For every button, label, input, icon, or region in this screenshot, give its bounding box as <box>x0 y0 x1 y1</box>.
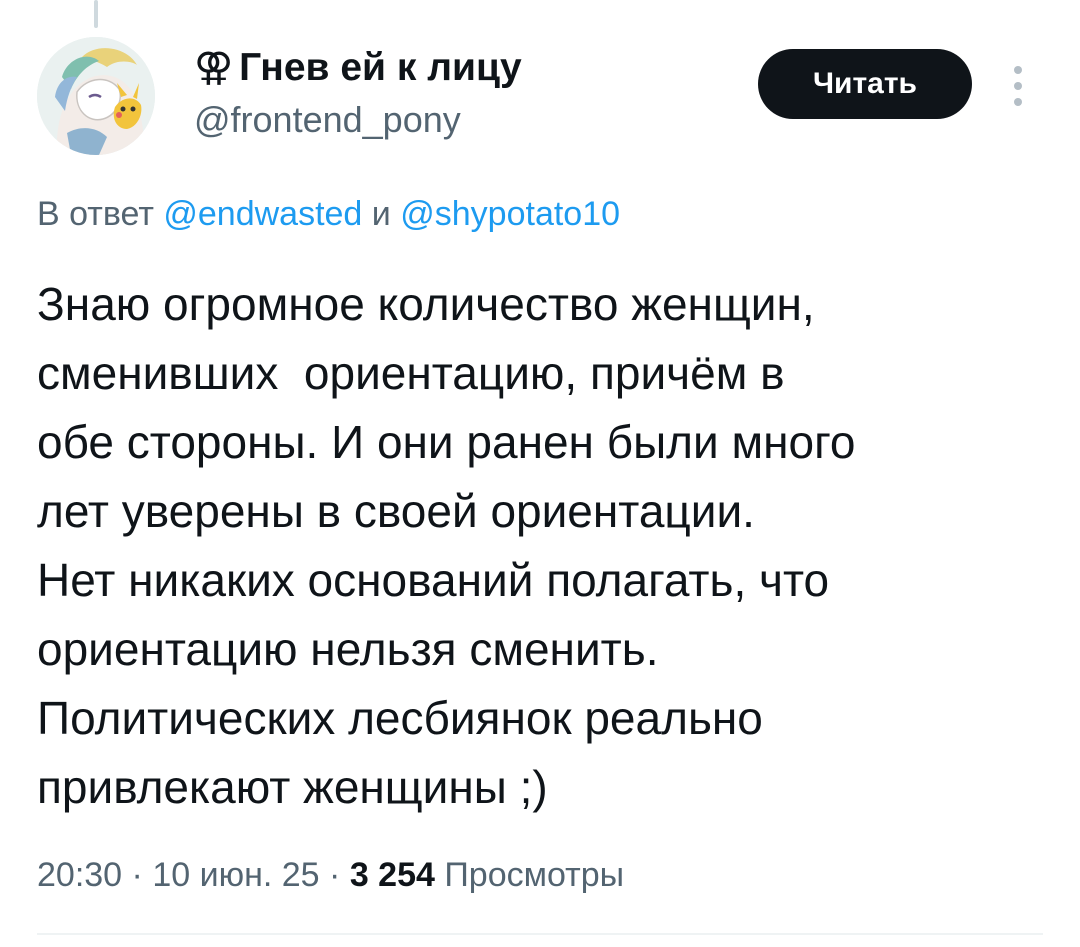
tweet-text-line: ориентацию нельзя сменить. <box>37 623 659 675</box>
reply-context: В ответ @endwasted и @shypotato10 <box>37 192 620 236</box>
thread-connector-line <box>94 0 98 28</box>
meta-separator: · <box>131 856 143 894</box>
reply-conjunction: и <box>371 195 391 233</box>
mention-link-endwasted[interactable]: @endwasted <box>163 195 362 233</box>
tweet-text-line: Знаю огромное количество женщин, <box>37 278 815 330</box>
views-count[interactable]: 3 254 <box>350 856 435 894</box>
tweet-text-line: привлекают женщины ;) <box>37 761 548 813</box>
more-vertical-icon[interactable] <box>1008 66 1028 106</box>
author-handle[interactable]: @frontend_pony <box>194 98 461 142</box>
reply-prefix: В ответ <box>37 195 154 233</box>
author-name-text: Гнев ей к лицу <box>239 46 522 89</box>
tweet-text-line: обе стороны. И они ранен были много <box>37 416 856 468</box>
tweet-text: Знаю огромное количество женщин, сменивш… <box>37 270 1047 822</box>
tweet-text-line: Нет никаких оснований полагать, что <box>37 554 830 606</box>
tweet-meta: 20:30 · 10 июн. 25 · 3 254 Просмотры <box>37 850 624 900</box>
views-label[interactable]: Просмотры <box>444 856 624 894</box>
tweet-text-line: Политических лесбиянок реально <box>37 692 763 744</box>
author-display-name[interactable]: ⚢ Гнев ей к лицу <box>194 44 522 92</box>
mention-link-shypotato10[interactable]: @shypotato10 <box>400 195 620 233</box>
tweet-time[interactable]: 20:30 <box>37 856 122 894</box>
avatar-illustration-icon <box>37 37 155 155</box>
follow-button[interactable]: Читать <box>758 49 972 119</box>
meta-separator: · <box>329 856 341 894</box>
female-couple-icon: ⚢ <box>194 45 234 90</box>
tweet-text-line: лет уверены в своей ориентации. <box>37 485 755 537</box>
avatar[interactable] <box>37 37 155 155</box>
tweet-date[interactable]: 10 июн. 25 <box>152 856 319 894</box>
tweet-text-line: сменивших ориентацию, причём в <box>37 347 785 399</box>
divider <box>37 933 1043 935</box>
